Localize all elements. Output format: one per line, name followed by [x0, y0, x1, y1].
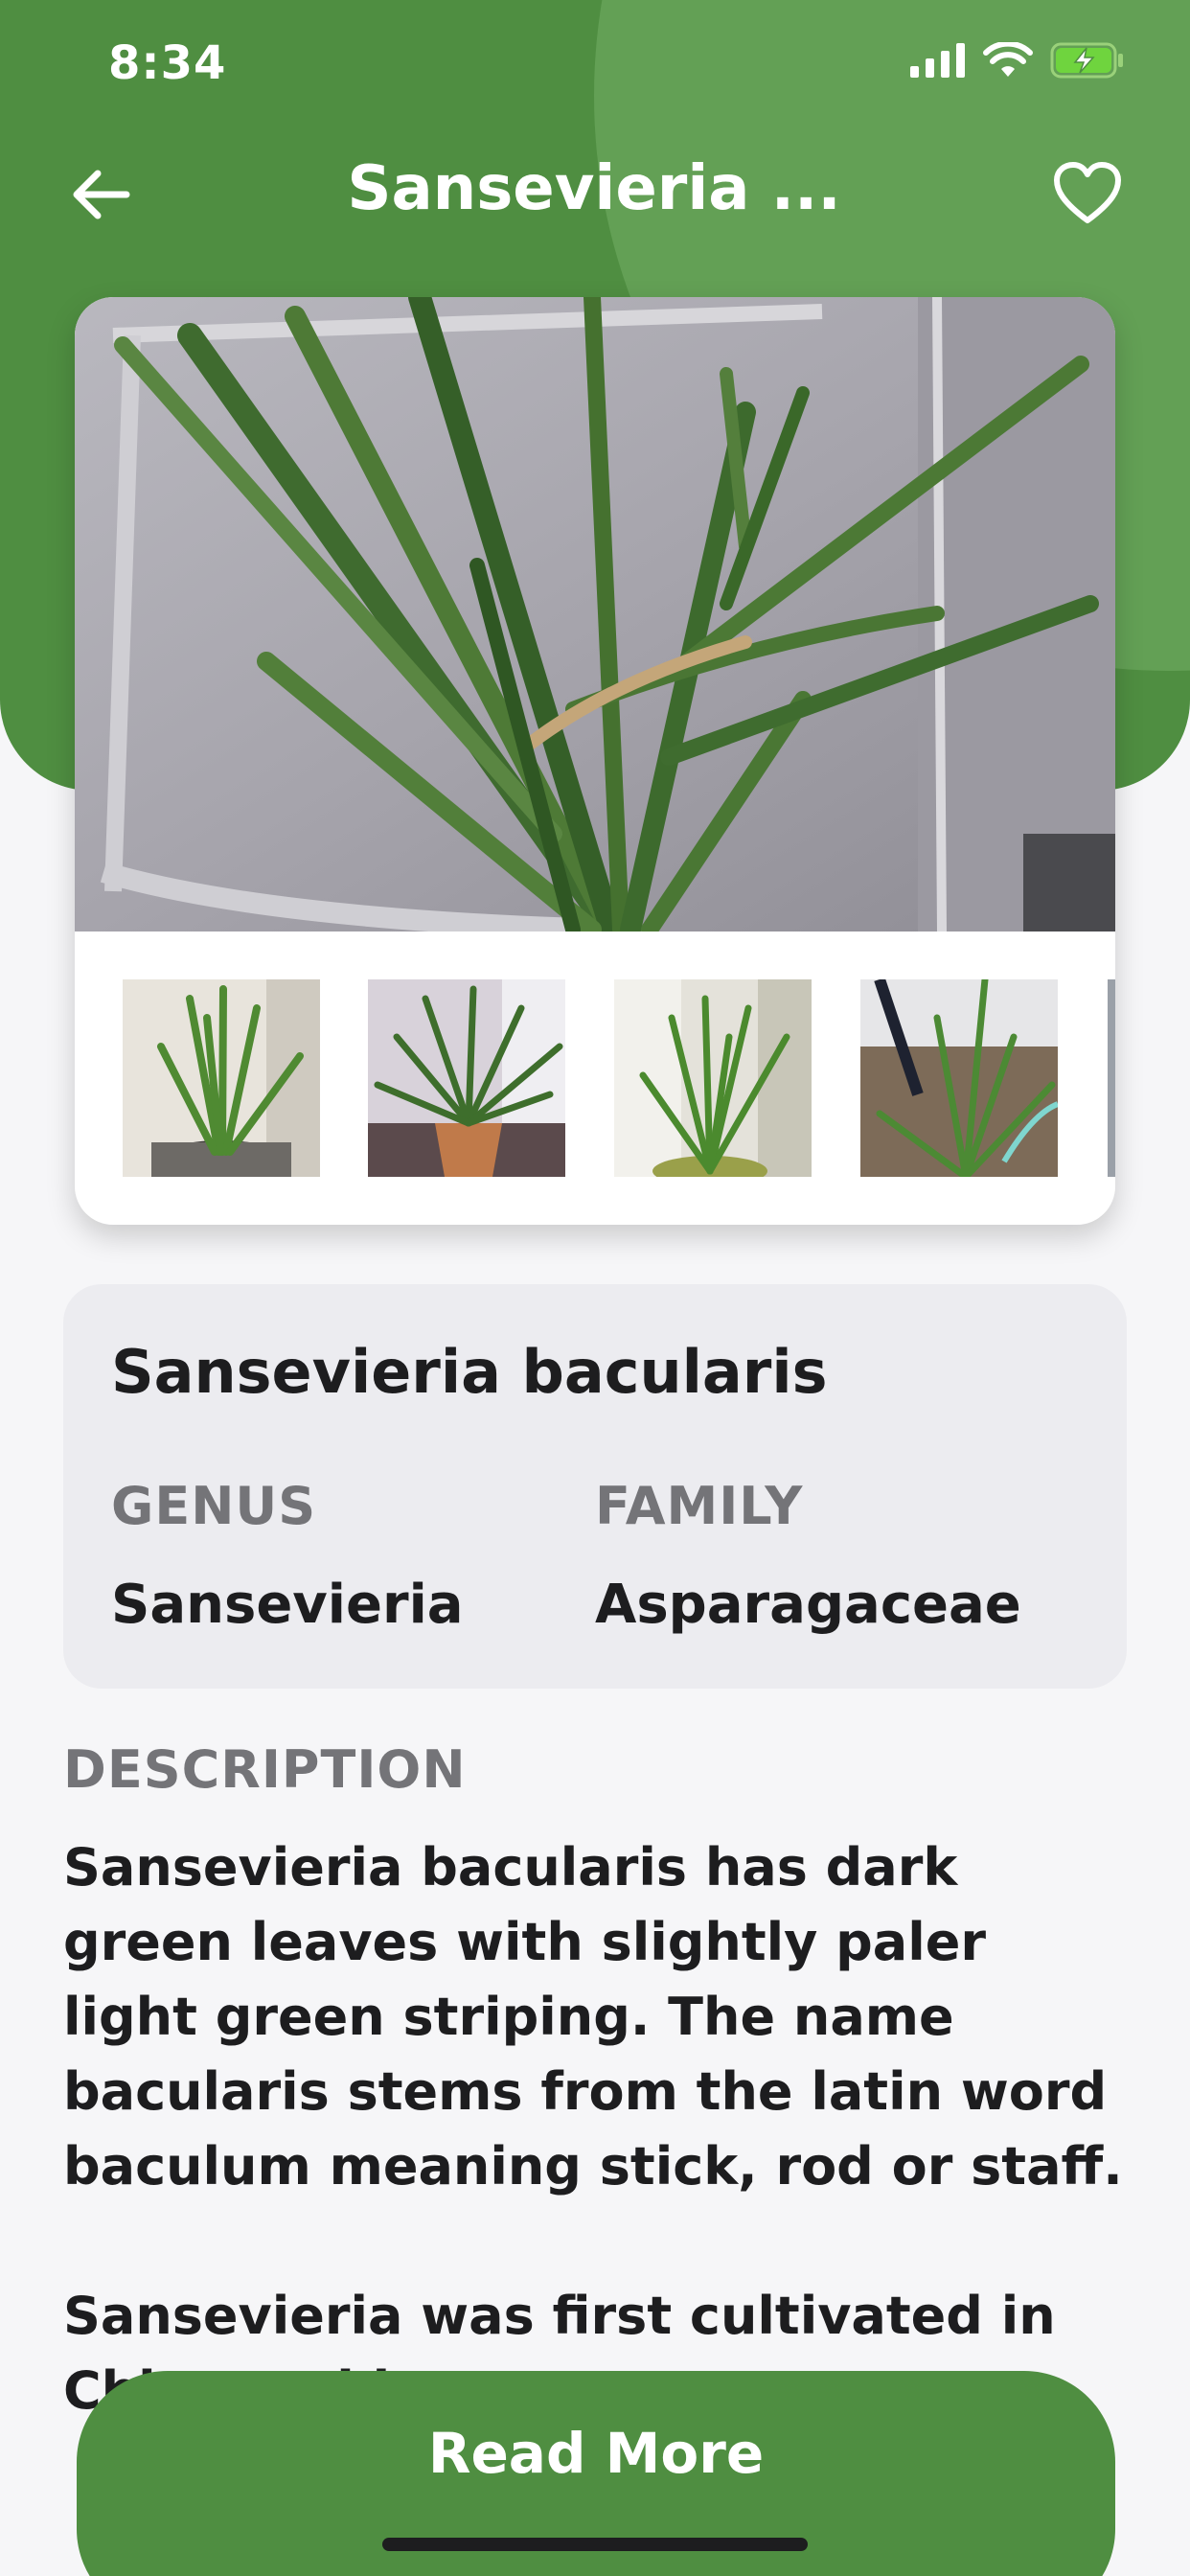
- plant-info-card: Sansevieria bacularis GENUS Sansevieria …: [63, 1284, 1127, 1689]
- wifi-icon: [983, 42, 1033, 77]
- thumbnail-5-partial[interactable]: [1108, 979, 1115, 1177]
- plant-detail-screen: 8:34 Sansevieria ... Sansevieria bacular…: [0, 0, 1190, 2576]
- thumbnail-3[interactable]: [614, 979, 812, 1177]
- family-value: Asparagaceae: [595, 1574, 1021, 1636]
- thumbnail-4[interactable]: [860, 979, 1058, 1177]
- plant-main-photo[interactable]: [75, 297, 1115, 932]
- genus-label: GENUS: [111, 1476, 317, 1536]
- thumbnail-1[interactable]: [123, 979, 320, 1177]
- genus-value: Sansevieria: [111, 1574, 464, 1636]
- read-more-label: Read More: [427, 2421, 765, 2486]
- page-title: Sansevieria ...: [347, 153, 841, 224]
- status-time: 8:34: [108, 36, 227, 90]
- description-paragraph-1: Sansevieria bacularis has dark green lea…: [63, 1837, 1123, 2196]
- back-arrow-icon[interactable]: [67, 161, 134, 228]
- thumbnail-2[interactable]: [368, 979, 565, 1177]
- status-icons: [910, 42, 1125, 79]
- home-indicator[interactable]: [382, 2538, 808, 2551]
- plant-name: Sansevieria bacularis: [111, 1337, 828, 1407]
- family-label: FAMILY: [595, 1476, 804, 1536]
- battery-charging-icon: [1050, 42, 1123, 79]
- description-label: DESCRIPTION: [63, 1739, 467, 1800]
- signal-icon: [910, 43, 965, 78]
- heart-icon[interactable]: [1052, 159, 1123, 230]
